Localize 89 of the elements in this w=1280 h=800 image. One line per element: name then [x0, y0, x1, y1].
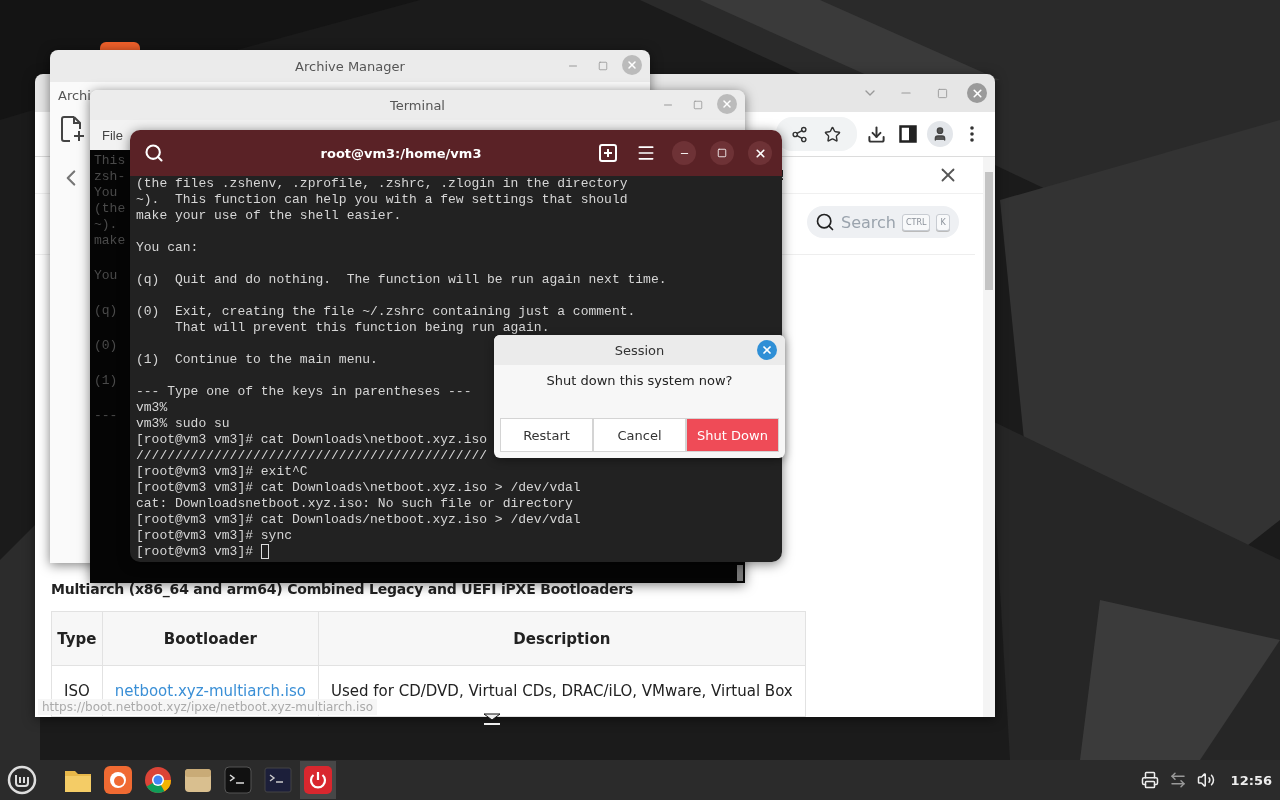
power-icon	[304, 766, 332, 794]
terminal-line: vm3%	[136, 400, 168, 416]
terminal-line: (the files .zshenv, .zprofile, .zshrc, .zlogin in the directory	[136, 176, 628, 192]
window-title: Archive Manager	[295, 58, 405, 74]
terminal-line: [root@vm3 vm3]# cat Downloads\netboot.xyz.iso > /dev/vdal	[136, 480, 581, 496]
terminal-line: ~).	[94, 217, 118, 233]
maximize-icon	[693, 100, 703, 110]
close-icon	[753, 146, 767, 160]
terminal-line: (1)	[94, 373, 118, 389]
drag-handle-icon[interactable]	[482, 710, 502, 728]
profile-button[interactable]	[927, 121, 953, 147]
dialog-button[interactable]: Cancel	[593, 418, 686, 452]
close-button[interactable]	[748, 141, 772, 165]
tab-label[interactable]: Archi	[58, 88, 91, 103]
kebab-menu-icon	[970, 126, 974, 142]
terminal-line: (1) Continue to the main menu.	[136, 352, 378, 368]
terminal-line: [root@vm3 vm3]# sync	[136, 528, 293, 544]
taskbar-app[interactable]	[300, 761, 336, 799]
new-tab-button[interactable]	[596, 141, 620, 165]
close-icon	[970, 86, 984, 100]
terminal-icon	[224, 766, 252, 794]
start-menu-button[interactable]	[6, 764, 38, 796]
network-icon[interactable]	[1168, 771, 1187, 789]
dialog-button[interactable]: Restart	[500, 418, 593, 452]
dialog-title: Session	[614, 342, 665, 358]
status-url-tooltip: https://boot.netboot.xyz/ipxe/netboot.xyz-multiarch.iso	[38, 699, 377, 715]
terminal-line: ~). This function can help you with a few settings that should	[136, 192, 628, 208]
terminal-line: (q)	[94, 303, 118, 319]
person-icon	[932, 126, 948, 142]
search-icon	[144, 143, 164, 163]
terminal-line: zsh-	[94, 169, 126, 185]
maximize-icon	[598, 61, 608, 71]
close-icon	[626, 59, 638, 71]
new-file-icon[interactable]	[60, 115, 86, 143]
terminal-line: vm3% sudo su	[136, 416, 230, 432]
menu-icon	[636, 143, 656, 163]
terminal-line: You	[94, 185, 118, 201]
printer-icon[interactable]	[1140, 771, 1159, 789]
volume-icon[interactable]	[1196, 771, 1215, 789]
address-bar[interactable]	[776, 117, 857, 151]
chrome-icon	[144, 766, 172, 794]
scrollbar[interactable]	[737, 565, 743, 581]
column-header: Bootloader	[102, 611, 319, 666]
terminal-line: --- Type one of the keys in parentheses ---	[136, 384, 472, 400]
terminal-line: [root@vm3 vm3]#	[136, 544, 255, 559]
menu-item[interactable]: File	[98, 127, 127, 143]
close-icon	[721, 98, 733, 110]
maximize-icon	[936, 87, 948, 99]
terminal-line: You	[94, 268, 118, 284]
column-header: Description	[318, 611, 806, 666]
terminal-line: You can:	[136, 240, 199, 256]
terminal-line: (0) Exit, creating the file ~/.zshrc containing just a comment.	[136, 304, 636, 320]
terminal-line: cat: Downloadsnetboot.xyz.iso: No such file or directory	[136, 496, 573, 512]
download-icon	[866, 124, 886, 144]
terminal-line: ---	[94, 408, 118, 424]
terminal-line: /////////////////////////////////////////////	[136, 448, 488, 464]
key-hint: CTRL	[901, 213, 931, 231]
terminal-line: (0)	[94, 338, 118, 354]
terminal-line: [root@vm3 vm3]# cat Downloads\netboot.xyz.iso	[136, 432, 488, 448]
terminal-line: [root@vm3 vm3]# cat Downloads/netboot.xyz.iso > /dev/vdal	[136, 512, 581, 528]
window-title: root@vm3:/home/vm3	[319, 145, 483, 161]
mint-logo-icon	[6, 764, 38, 796]
dialog-message: Shut down this system now?	[546, 373, 733, 388]
share-icon	[790, 125, 808, 143]
side-panel-icon	[899, 125, 917, 143]
dialog-button[interactable]: Shut Down	[686, 418, 779, 452]
terminal-line: That will prevent this function being run again.	[174, 320, 550, 336]
terminal-line: make	[94, 233, 126, 249]
key-hint: K	[936, 213, 950, 231]
scrollbar[interactable]	[983, 157, 995, 717]
star-icon	[823, 125, 841, 143]
terminal-icon	[264, 766, 292, 794]
terminal-line: make your use of the shell easier.	[136, 208, 402, 224]
maximize-icon	[717, 148, 727, 158]
banner-text: !	[779, 167, 785, 183]
plus-square-icon	[599, 144, 617, 162]
firefox-icon	[104, 766, 132, 794]
clock[interactable]: 12:56	[1230, 772, 1272, 788]
column-header: Type	[51, 611, 103, 666]
section-heading: Multiarch (x86_64 and arm64) Combined Legacy and UEFI iPXE Bootloaders	[51, 581, 635, 597]
close-icon	[761, 344, 773, 356]
terminal-line: (q) Quit and do nothing. The function will be run again next time.	[136, 272, 667, 288]
box-icon	[184, 766, 212, 794]
terminal-line: [root@vm3 vm3]# exit^C	[136, 464, 308, 480]
search-icon	[815, 212, 835, 232]
maximize-button[interactable]	[710, 141, 734, 165]
terminal-line: (the	[94, 201, 126, 217]
window-title: Terminal	[390, 97, 445, 113]
terminal-line: This	[94, 153, 126, 169]
